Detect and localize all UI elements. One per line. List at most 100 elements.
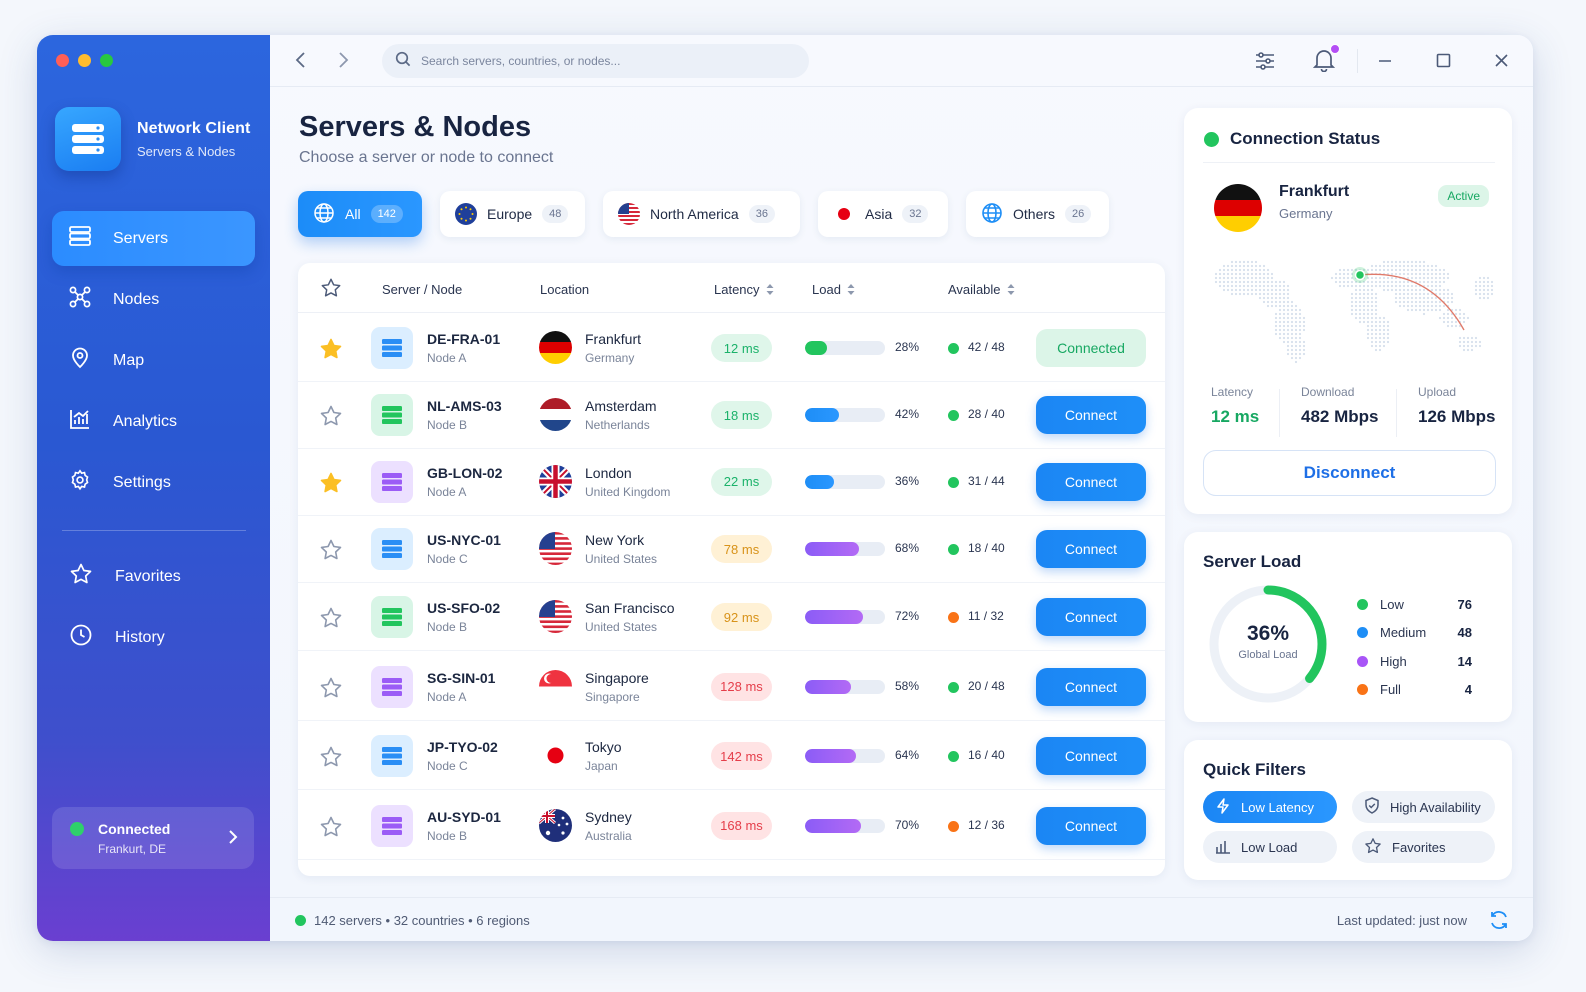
back-button[interactable] [294, 50, 308, 75]
server-name: GB-LON-02 [427, 464, 503, 481]
sidebar-item-analytics[interactable]: Analytics [52, 394, 255, 449]
quick-filter-label: Low Latency [1241, 799, 1314, 815]
latency-badge: 168 ms [711, 811, 772, 840]
load-bar-fill [805, 679, 852, 694]
filter-north-america[interactable]: North America 36 [603, 191, 800, 237]
load-bar [805, 610, 885, 624]
availability-count: 16 / 40 [968, 748, 1005, 762]
table-row[interactable]: DE-FRA-01 Node A Frankfurt Germany 12 ms… [298, 314, 1165, 382]
connect-button[interactable]: Connect [1036, 396, 1146, 434]
server-name: US-NYC-01 [427, 532, 501, 548]
sidebar-item-favorites[interactable]: Favorites [52, 549, 255, 604]
search-input[interactable] [421, 54, 781, 68]
quick-filter-low-load[interactable]: Low Load [1203, 831, 1337, 863]
status-location: Frankurt, DE [98, 841, 167, 856]
quick-filter-high-availability[interactable]: High Availability [1352, 791, 1495, 823]
global-load-percent: 36% [1246, 622, 1290, 645]
table-row[interactable]: US-SFO-02 Node B San Francisco United St… [298, 583, 1165, 651]
sidebar-item-history[interactable]: History [52, 610, 255, 665]
connect-button[interactable]: Connect [1036, 737, 1146, 775]
favorite-star-icon[interactable] [319, 815, 343, 844]
zoom-window-button[interactable] [100, 54, 113, 67]
connect-button[interactable]: Connect [1036, 462, 1146, 501]
server-icon [371, 804, 413, 847]
filter-others[interactable]: Others 26 [966, 191, 1109, 237]
sidebar-item-servers[interactable]: Servers [52, 211, 255, 266]
availability-dot [948, 612, 959, 623]
legend-item: High 14 [1357, 647, 1487, 676]
connected-button[interactable]: Connected [1036, 329, 1146, 367]
favorite-column-star-icon[interactable] [320, 277, 342, 299]
filter-asia[interactable]: Asia 32 [818, 191, 948, 237]
favorite-star-icon[interactable] [319, 538, 343, 567]
connect-button[interactable]: Connect [1036, 530, 1146, 568]
favorite-star-icon[interactable] [319, 337, 343, 366]
table-row[interactable]: JP-TYO-02 Node C Tokyo Japan 142 ms 64% … [298, 722, 1165, 790]
sidebar-item-settings[interactable]: Settings [52, 455, 255, 510]
filter-label: All [345, 206, 361, 222]
availability-dot [948, 343, 959, 354]
column-load[interactable]: Load [812, 282, 855, 297]
forward-button[interactable] [336, 50, 350, 75]
jp-flag-icon [833, 203, 855, 225]
close-window-button[interactable] [56, 54, 69, 67]
favorite-star-icon[interactable] [319, 676, 343, 705]
sidebar-secondary-nav: Favorites History [52, 549, 255, 671]
download-stat: Download 482 Mbps [1301, 385, 1378, 427]
table-row[interactable]: US-NYC-01 Node C New York United States … [298, 515, 1165, 583]
quick-filter-favorites[interactable]: Favorites [1352, 831, 1495, 863]
load-percent: 68% [895, 541, 920, 555]
favorite-star-icon[interactable] [319, 471, 343, 500]
table-row[interactable]: NL-AMS-03 Node B Amsterdam Netherlands 1… [298, 381, 1165, 449]
column-location[interactable]: Location [540, 282, 589, 297]
availability-dot [948, 751, 959, 762]
table-row[interactable]: GB-LON-02 Node A London United Kingdom 2… [298, 448, 1165, 516]
connection-status-card[interactable]: Connected Frankurt, DE [52, 807, 254, 869]
map-pin-icon [69, 347, 91, 374]
legend-dot [1357, 598, 1368, 610]
favorite-star-icon[interactable] [319, 404, 343, 433]
connect-button[interactable]: Connect [1036, 598, 1146, 636]
toolbar-divider [1357, 49, 1358, 73]
filter-count: 142 [370, 205, 403, 223]
quick-filter-low-latency[interactable]: Low Latency [1203, 791, 1337, 823]
lightning-icon [1215, 797, 1231, 817]
refresh-button[interactable] [1488, 909, 1510, 934]
filter-settings-button[interactable] [1254, 50, 1276, 77]
table-row[interactable]: AU-SYD-01 Node B Sydney Australia 168 ms… [298, 792, 1165, 860]
quick-filter-label: High Availability [1390, 799, 1481, 815]
sidebar-item-label: Servers [113, 229, 169, 247]
star-icon [69, 562, 93, 591]
location-country: Germany [585, 351, 635, 365]
column-server[interactable]: Server / Node [382, 282, 462, 297]
availability-count: 11 / 32 [968, 609, 1004, 623]
filter-all[interactable]: All 142 [298, 191, 422, 237]
panel-title: Server Load [1203, 552, 1302, 571]
column-latency[interactable]: Latency [714, 282, 774, 297]
maximize-button[interactable] [1436, 53, 1451, 73]
disconnect-button[interactable]: Disconnect [1203, 450, 1496, 496]
favorite-star-icon[interactable] [319, 745, 343, 774]
load-bar-fill [805, 749, 857, 763]
close-button[interactable] [1494, 53, 1509, 73]
server-name: US-SFO-02 [427, 600, 501, 616]
minimize-window-button[interactable] [78, 54, 91, 67]
notifications-button[interactable] [1312, 44, 1340, 77]
bell-icon [1312, 50, 1336, 76]
filter-europe[interactable]: Europe 48 [440, 191, 585, 237]
window-controls [56, 54, 113, 67]
column-available[interactable]: Available [948, 282, 1015, 297]
table-row[interactable]: SG-SIN-01 Node A Singapore Singapore 128… [298, 653, 1165, 721]
region-filters: All 142 Europe 48 North America 36 Asia … [298, 191, 1109, 237]
minimize-button[interactable] [1377, 52, 1393, 73]
latency-stat: Latency 12 ms [1211, 385, 1259, 427]
favorite-star-icon[interactable] [319, 606, 343, 635]
filter-count: 36 [748, 205, 775, 223]
status-dot [295, 915, 306, 926]
location-city: Tokyo [585, 739, 622, 755]
connect-button[interactable]: Connect [1036, 806, 1146, 845]
sidebar-item-nodes[interactable]: Nodes [52, 272, 255, 327]
connect-button[interactable]: Connect [1036, 667, 1146, 706]
stat-value: 126 Mbps [1418, 407, 1496, 426]
sidebar-item-map[interactable]: Map [52, 333, 255, 388]
